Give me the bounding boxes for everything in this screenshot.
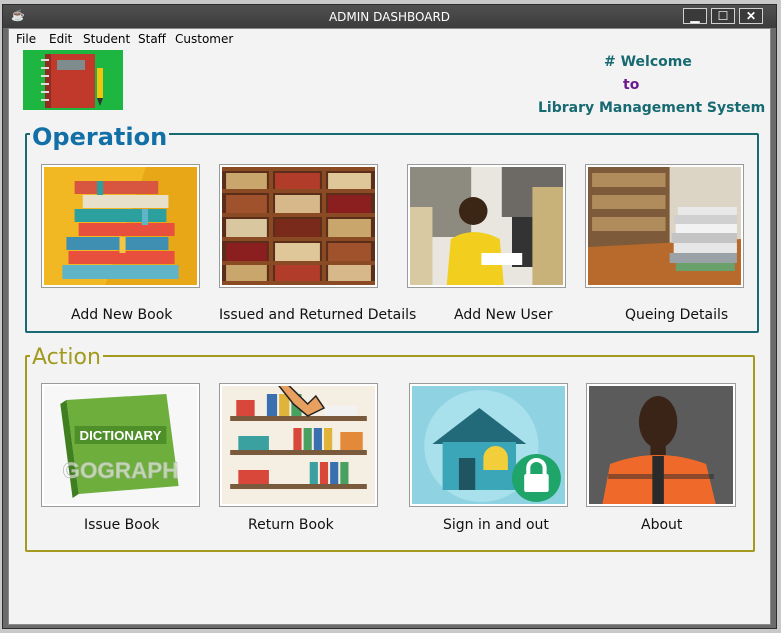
issue-book-label[interactable]: Issue Book (84, 517, 160, 533)
return-book-button[interactable] (219, 383, 378, 507)
close-button[interactable]: ✕ (739, 8, 763, 24)
window-title: ADMIN DASHBOARD (328, 10, 451, 24)
menu-staff[interactable]: Staff (138, 32, 166, 46)
content-pane: File Edit Student Staff Customer # Welco… (8, 28, 771, 625)
add-new-user-label[interactable]: Add New User (454, 307, 552, 323)
sign-in-out-button[interactable] (409, 383, 568, 507)
welcome-line1: # Welcome (604, 54, 692, 70)
about-button[interactable] (586, 383, 736, 507)
shelves-icon (222, 386, 375, 504)
queing-details-button[interactable] (585, 164, 744, 288)
menu-file[interactable]: File (16, 32, 36, 46)
issued-returned-button[interactable] (219, 164, 378, 288)
return-book-label[interactable]: Return Book (248, 517, 334, 533)
action-title: Action (30, 345, 103, 370)
bookshelf-icon (222, 167, 375, 285)
operation-panel: Operation Add New Book Issued and Return… (25, 123, 759, 333)
svg-text:DICTIONARY: DICTIONARY (80, 428, 162, 443)
operation-title: Operation (30, 123, 170, 151)
house-lock-icon (412, 386, 565, 504)
menu-customer[interactable]: Customer (175, 32, 233, 46)
add-new-user-button[interactable] (407, 164, 566, 288)
welcome-line3: Library Management System (538, 100, 766, 116)
library-books-icon (588, 167, 741, 285)
person-photo-icon (589, 386, 733, 504)
dictionary-icon: DICTIONARY GOGRAPH (44, 386, 197, 504)
about-label[interactable]: About (641, 517, 682, 533)
notebook-icon (41, 54, 103, 108)
app-logo (23, 50, 123, 110)
menu-bar: File Edit Student Staff Customer (9, 29, 770, 47)
student-reading-icon (410, 167, 563, 285)
queing-details-label[interactable]: Queing Details (625, 307, 728, 323)
add-new-book-button[interactable] (41, 164, 200, 288)
title-bar[interactable]: ☕ ADMIN DASHBOARD ▁ ☐ ✕ (3, 5, 776, 28)
maximize-button[interactable]: ☐ (711, 8, 735, 24)
welcome-line2: to (623, 77, 640, 93)
book-stack-icon (44, 167, 197, 285)
menu-edit[interactable]: Edit (49, 32, 72, 46)
action-panel: Action DICTIONARY GOGRAPH Issue Book Ret… (25, 345, 755, 552)
sign-in-out-label[interactable]: Sign in and out (443, 517, 549, 533)
app-window: ☕ ADMIN DASHBOARD ▁ ☐ ✕ File Edit Studen… (2, 4, 777, 629)
svg-text:GOGRAPH: GOGRAPH (63, 458, 179, 483)
add-new-book-label[interactable]: Add New Book (71, 307, 172, 323)
issue-book-button[interactable]: DICTIONARY GOGRAPH (41, 383, 200, 507)
minimize-button[interactable]: ▁ (683, 8, 707, 24)
menu-student[interactable]: Student (83, 32, 130, 46)
issued-returned-label[interactable]: Issued and Returned Details (219, 307, 416, 323)
